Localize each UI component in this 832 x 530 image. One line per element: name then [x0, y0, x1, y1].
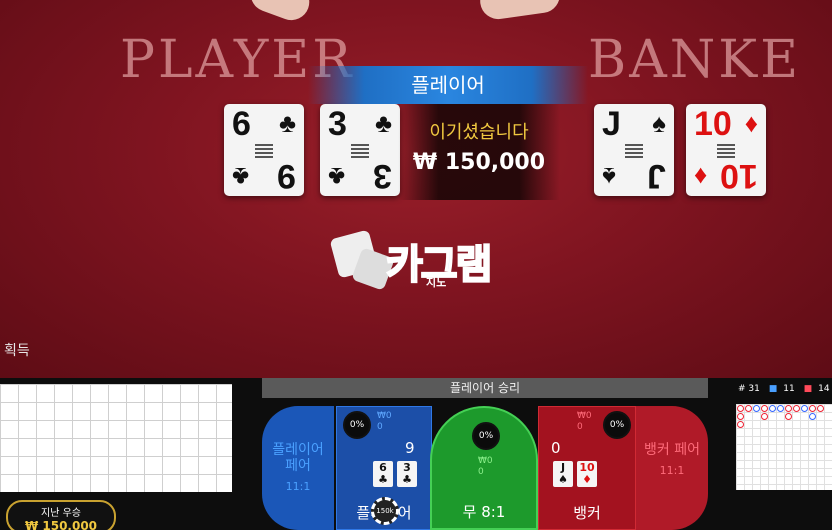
banker-amount: ₩0 [577, 411, 592, 421]
betting-panel: 지난 우승 ₩ 150,000 플레이어 승리 플레이어 페어 11:1 0% … [0, 378, 832, 530]
spade-icon: ♠ [602, 162, 616, 192]
card-stripes [255, 142, 273, 158]
road-dot [737, 405, 744, 412]
winner-banner: 플레이어 [308, 66, 588, 104]
road-dot [753, 405, 760, 412]
road-dot [761, 413, 768, 420]
player-bet[interactable]: 0% ₩0 0 9 6 ♣ 3 ♣ 플레이어 150k [336, 406, 432, 530]
banker-wins-icon: ■ [803, 384, 813, 394]
diamond-icon: ♦ [694, 162, 708, 192]
dealer-hand-left [245, 0, 315, 26]
win-amount: ₩ 150,000 [412, 150, 546, 175]
card-stripes [625, 142, 643, 158]
round-result-bar: 플레이어 승리 [262, 378, 708, 398]
road-dot [785, 413, 792, 420]
collect-label: 획득 [4, 343, 30, 359]
banker-card-1: J ♠ J ♠ [594, 104, 674, 196]
banker-wins: 14 [818, 384, 830, 394]
banker-mini-card-2: 10 ♦ [577, 461, 597, 487]
baccarat-table: PLAYER BANKE 6 ♣ 9 ♣ 3 ♣ 3 ♣ J ♠ J ♠ 10 … [0, 0, 832, 378]
card-stripes [351, 142, 369, 158]
road-dot [785, 405, 792, 412]
card-rank: 10 [694, 105, 732, 143]
last-win-badge: 지난 우승 ₩ 150,000 [6, 500, 116, 530]
club-icon: ♣ [374, 108, 392, 138]
banker-percent: 0% [603, 411, 631, 439]
road-dot [737, 413, 744, 420]
spade-icon: ♠ [652, 108, 666, 138]
banker-score: 0 [551, 439, 561, 457]
road-dot [737, 421, 744, 428]
road-dot [793, 405, 800, 412]
diamond-icon: ♦ [744, 108, 758, 138]
card-rank-bottom: 9 [277, 157, 296, 195]
banker-people: 0 [577, 422, 583, 432]
card-rank-bottom: 3 [373, 157, 392, 195]
player-pair-odds: 11:1 [285, 480, 311, 493]
banker-bet[interactable]: 0% ₩0 0 0 J ♠ 10 ♦ 뱅커 [538, 406, 636, 530]
win-message: 이기셨습니다 [429, 122, 529, 143]
player-amount: ₩0 [377, 411, 392, 421]
road-dot [769, 405, 776, 412]
brand-logo: 카그램 지노 [329, 229, 504, 292]
total-rounds: # 31 [738, 384, 760, 394]
card-stripes [717, 142, 735, 158]
player-wins: 11 [783, 384, 795, 394]
win-message-box: 이기셨습니다 ₩ 150,000 [398, 104, 560, 200]
club-icon: ♣ [232, 162, 250, 192]
dealer-hand-right [477, 0, 563, 22]
road-dot [801, 405, 808, 412]
bead-road-grid [0, 384, 232, 492]
logo-subtext: 지노 [426, 276, 447, 289]
banker-pair-odds: 11:1 [659, 464, 685, 477]
player-stats: ₩0 0 [377, 411, 392, 433]
road-dot [809, 413, 816, 420]
banker-pair-bet[interactable]: 뱅커 페어 11:1 [636, 406, 708, 530]
tie-bet-label: 무 8:1 [462, 503, 506, 521]
player-pair-label: 플레이어 페어 [272, 442, 324, 474]
player-wins-icon: ■ [768, 384, 778, 394]
last-win-amount: ₩ 150,000 [24, 519, 98, 530]
player-pair-bet[interactable]: 플레이어 페어 11:1 [262, 406, 334, 530]
banker-table-word: BANKE [588, 30, 802, 90]
card-rank: J [602, 105, 621, 143]
player-mini-card-2: 3 ♣ [397, 461, 417, 487]
road-dot [761, 405, 768, 412]
banker-bet-label: 뱅커 [573, 504, 601, 522]
card-rank: 6 [232, 105, 251, 143]
banker-pair-label: 뱅커 페어 [644, 442, 700, 458]
banker-card-2: 10 ♦ 10 ♦ [686, 104, 766, 196]
player-mini-card-1: 6 ♣ [373, 461, 393, 487]
player-score: 9 [405, 439, 415, 457]
banker-mini-card-1: J ♠ [553, 461, 573, 487]
tie-bet[interactable]: 0% ₩0 0 무 8:1 [430, 406, 538, 530]
tie-amount: ₩0 [478, 456, 493, 466]
tie-people: 0 [478, 467, 484, 477]
last-win-label: 지난 우승 [41, 508, 81, 519]
player-percent: 0% [343, 411, 371, 439]
road-dot [777, 405, 784, 412]
club-icon: ♣ [278, 108, 296, 138]
player-card-1: 6 ♣ 9 ♣ [224, 104, 304, 196]
big-road-scoreboard [736, 404, 832, 490]
road-dot [809, 405, 816, 412]
bet-chip: 150k [371, 497, 399, 525]
tie-percent: 0% [472, 422, 500, 450]
card-rank-bottom: J [647, 157, 666, 195]
card-rank: 3 [328, 105, 347, 143]
player-card-2: 3 ♣ 3 ♣ [320, 104, 400, 196]
road-dot [745, 405, 752, 412]
player-people: 0 [377, 422, 383, 432]
banker-stats: ₩0 0 [577, 411, 592, 433]
road-dot [817, 405, 824, 412]
club-icon: ♣ [328, 162, 346, 192]
card-rank-bottom: 10 [720, 157, 758, 195]
scoreboard-header: # 31 ■ 11 ■ 14 [738, 384, 832, 394]
tie-stats: ₩0 0 [478, 456, 493, 478]
